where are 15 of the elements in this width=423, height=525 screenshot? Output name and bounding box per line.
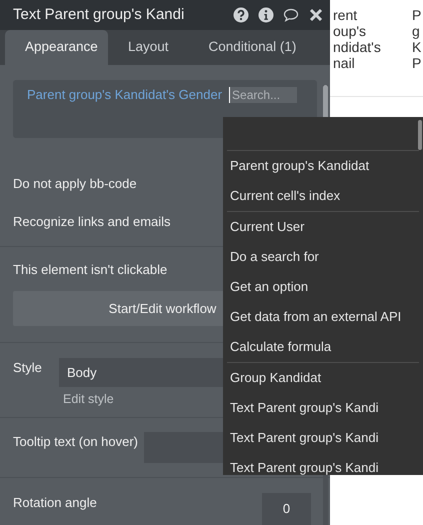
canvas-text: nail: [333, 55, 356, 71]
panel-title: Text Parent group's Kandi: [13, 4, 186, 25]
canvas-text: K: [412, 39, 422, 55]
canvas-text: P: [412, 7, 422, 23]
option-label: Recognize links and emails: [13, 213, 171, 232]
canvas-text: oup's: [333, 23, 368, 39]
rotation-label: Rotation angle: [13, 494, 97, 512]
tooltip-label: Tooltip text (on hover): [13, 433, 140, 451]
canvas-text: rent: [333, 7, 358, 23]
option-label: Do not apply bb-code: [13, 174, 137, 193]
canvas-text: P: [412, 55, 422, 71]
canvas-text: g: [412, 23, 421, 39]
style-label: Style: [13, 359, 43, 378]
canvas-text: ndidat's: [333, 39, 382, 55]
clickable-note: This element isn't clickable: [13, 260, 168, 279]
